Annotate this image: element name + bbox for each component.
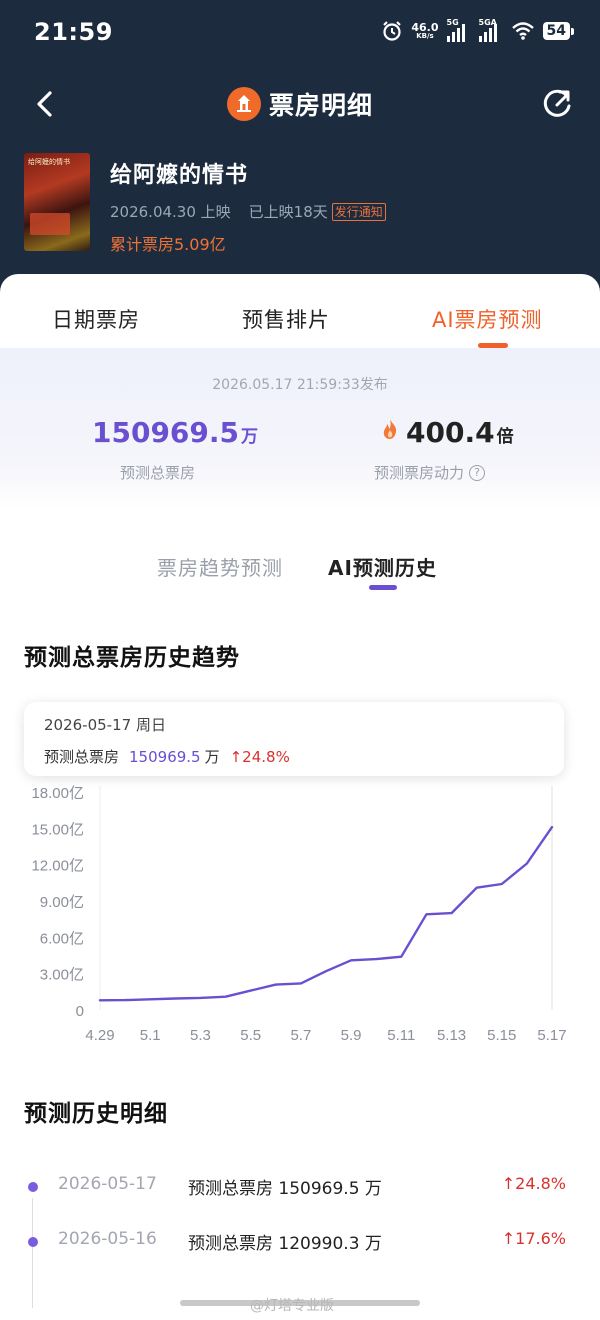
x-tick-label: 5.1 bbox=[140, 1027, 161, 1044]
trend-section-title: 预测总票房历史趋势 bbox=[24, 645, 240, 671]
x-tick-label: 5.3 bbox=[190, 1027, 211, 1044]
tooltip-label: 预测总票房 bbox=[44, 748, 120, 766]
history-date: 2026-05-17 bbox=[58, 1174, 157, 1194]
tab-ai-history[interactable]: AI预测历史 bbox=[328, 552, 437, 581]
y-tick-label: 12.00亿 bbox=[31, 858, 84, 875]
x-tick-label: 5.13 bbox=[437, 1027, 466, 1044]
tooltip-unit: 万 bbox=[204, 748, 220, 766]
tab-presale-schedule[interactable]: 预售排片 bbox=[242, 304, 330, 334]
history-text: 预测总票房 150969.5 万 bbox=[188, 1179, 382, 1199]
help-icon[interactable]: ? bbox=[469, 464, 486, 481]
nav-bar: 票房明细 bbox=[0, 78, 600, 130]
release-date: 2026.04.30 上映 bbox=[110, 203, 231, 221]
tooltip-row: 预测总票房 150969.5 万 ↑24.8% bbox=[44, 746, 290, 767]
predicted-power-value: 400.4 倍 bbox=[380, 416, 514, 449]
y-tick-label: 0 bbox=[76, 1003, 84, 1020]
battery-indicator: 54 bbox=[542, 22, 575, 40]
list-item[interactable]: 2026-05-16 预测总票房 120990.3 万 ↑17.6% bbox=[0, 1229, 600, 1269]
y-tick-label: 6.00亿 bbox=[40, 930, 84, 947]
alarm-icon bbox=[383, 21, 402, 41]
tooltip-change: ↑24.8% bbox=[229, 748, 290, 766]
list-item[interactable]: 2026-05-17 预测总票房 150969.5 万 ↑24.8% bbox=[0, 1174, 600, 1214]
timeline-dot bbox=[28, 1237, 38, 1247]
movie-info: 给阿嬷的情书 给阿嬷的情书 2026.04.30 上映 已上映18天 发行通知 … bbox=[24, 153, 584, 254]
tooltip-value: 150969.5 bbox=[129, 748, 201, 766]
flame-icon bbox=[383, 419, 397, 439]
history-change: ↑24.8% bbox=[501, 1174, 566, 1193]
content-card: 日期票房 预售排片 AI票房预测 2026.05.17 21:59:33发布 1… bbox=[0, 274, 600, 1320]
y-tick-label: 3.00亿 bbox=[40, 967, 84, 984]
x-tick-label: 5.5 bbox=[240, 1027, 261, 1044]
y-tick-label: 15.00亿 bbox=[31, 821, 84, 838]
tooltip-date: 2026-05-17 周日 bbox=[44, 716, 166, 734]
publish-time: 2026.05.17 21:59:33发布 bbox=[212, 377, 388, 393]
history-change: ↑17.6% bbox=[501, 1229, 566, 1248]
x-tick-label: 5.15 bbox=[487, 1027, 516, 1044]
main-tabs: 日期票房 预售排片 AI票房预测 bbox=[0, 274, 600, 348]
cumulative-box-office: 累计票房5.09亿 bbox=[110, 235, 226, 254]
status-time: 21:59 bbox=[34, 18, 113, 46]
signal-5ga-icon: 5GA bbox=[478, 18, 503, 42]
timeline-dot bbox=[28, 1182, 38, 1192]
prediction-summary: 2026.05.17 21:59:33发布 150969.5 万 400.4 倍 预… bbox=[0, 348, 600, 510]
tab-ai-forecast[interactable]: AI票房预测 bbox=[432, 304, 543, 334]
movie-poster[interactable]: 给阿嬷的情书 bbox=[24, 153, 90, 251]
header: 21:59 46.0 KB/s 5G 5GA 54 票房明细 给阿嬷的情书 给阿… bbox=[0, 0, 600, 300]
x-tick-label: 5.11 bbox=[387, 1027, 415, 1044]
y-tick-label: 9.00亿 bbox=[40, 894, 84, 911]
watermark: @灯塔专业版 bbox=[250, 1298, 334, 1314]
lighthouse-logo-icon bbox=[226, 87, 261, 121]
release-notice-badge[interactable]: 发行通知 bbox=[331, 202, 386, 221]
refresh-icon[interactable] bbox=[540, 86, 576, 122]
history-text: 预测总票房 120990.3 万 bbox=[188, 1234, 382, 1254]
chart-tooltip: 2026-05-17 周日 预测总票房 150969.5 万 ↑24.8% bbox=[24, 702, 564, 776]
tab-trend-forecast[interactable]: 票房趋势预测 bbox=[157, 552, 283, 581]
history-section-title: 预测历史明细 bbox=[24, 1101, 168, 1127]
y-tick-label: 18.00亿 bbox=[31, 785, 84, 802]
movie-title: 给阿嬷的情书 bbox=[110, 163, 249, 188]
days-released: 已上映18天 bbox=[248, 203, 328, 221]
x-tick-label: 5.9 bbox=[341, 1027, 362, 1044]
sub-tabs: 票房趋势预测 AI预测历史 bbox=[0, 534, 600, 594]
trend-chart[interactable]: 0 3.00亿 6.00亿 9.00亿 12.00亿 15.00亿 18.00亿 4.29 5… bbox=[0, 774, 600, 1054]
history-date: 2026-05-16 bbox=[58, 1229, 157, 1249]
subtab-indicator bbox=[369, 585, 397, 590]
wifi-icon bbox=[511, 22, 534, 40]
predicted-total-value: 150969.5 万 bbox=[92, 416, 259, 449]
signal-5g-icon: 5G bbox=[446, 18, 471, 42]
page-title-text: 票房明细 bbox=[268, 91, 373, 120]
system-icons: 46.0 KB/s 5G 5GA 54 bbox=[381, 18, 575, 42]
x-tick-label: 5.7 bbox=[290, 1027, 311, 1044]
status-bar: 21:59 46.0 KB/s 5G 5GA 54 bbox=[0, 0, 600, 68]
page-title: 票房明细 bbox=[0, 86, 600, 122]
net-speed: 46.0 KB/s bbox=[411, 21, 439, 40]
x-tick-label: 5.17 bbox=[537, 1027, 566, 1044]
predicted-total-label: 预测总票房 bbox=[120, 464, 196, 482]
tab-date-box-office[interactable]: 日期票房 bbox=[52, 304, 140, 334]
predicted-power-label: 预测票房动力 ? bbox=[374, 462, 486, 483]
x-tick-label: 4.29 bbox=[85, 1027, 114, 1044]
series-line bbox=[98, 825, 554, 1002]
movie-meta: 2026.04.30 上映 已上映18天 发行通知 bbox=[110, 201, 386, 222]
